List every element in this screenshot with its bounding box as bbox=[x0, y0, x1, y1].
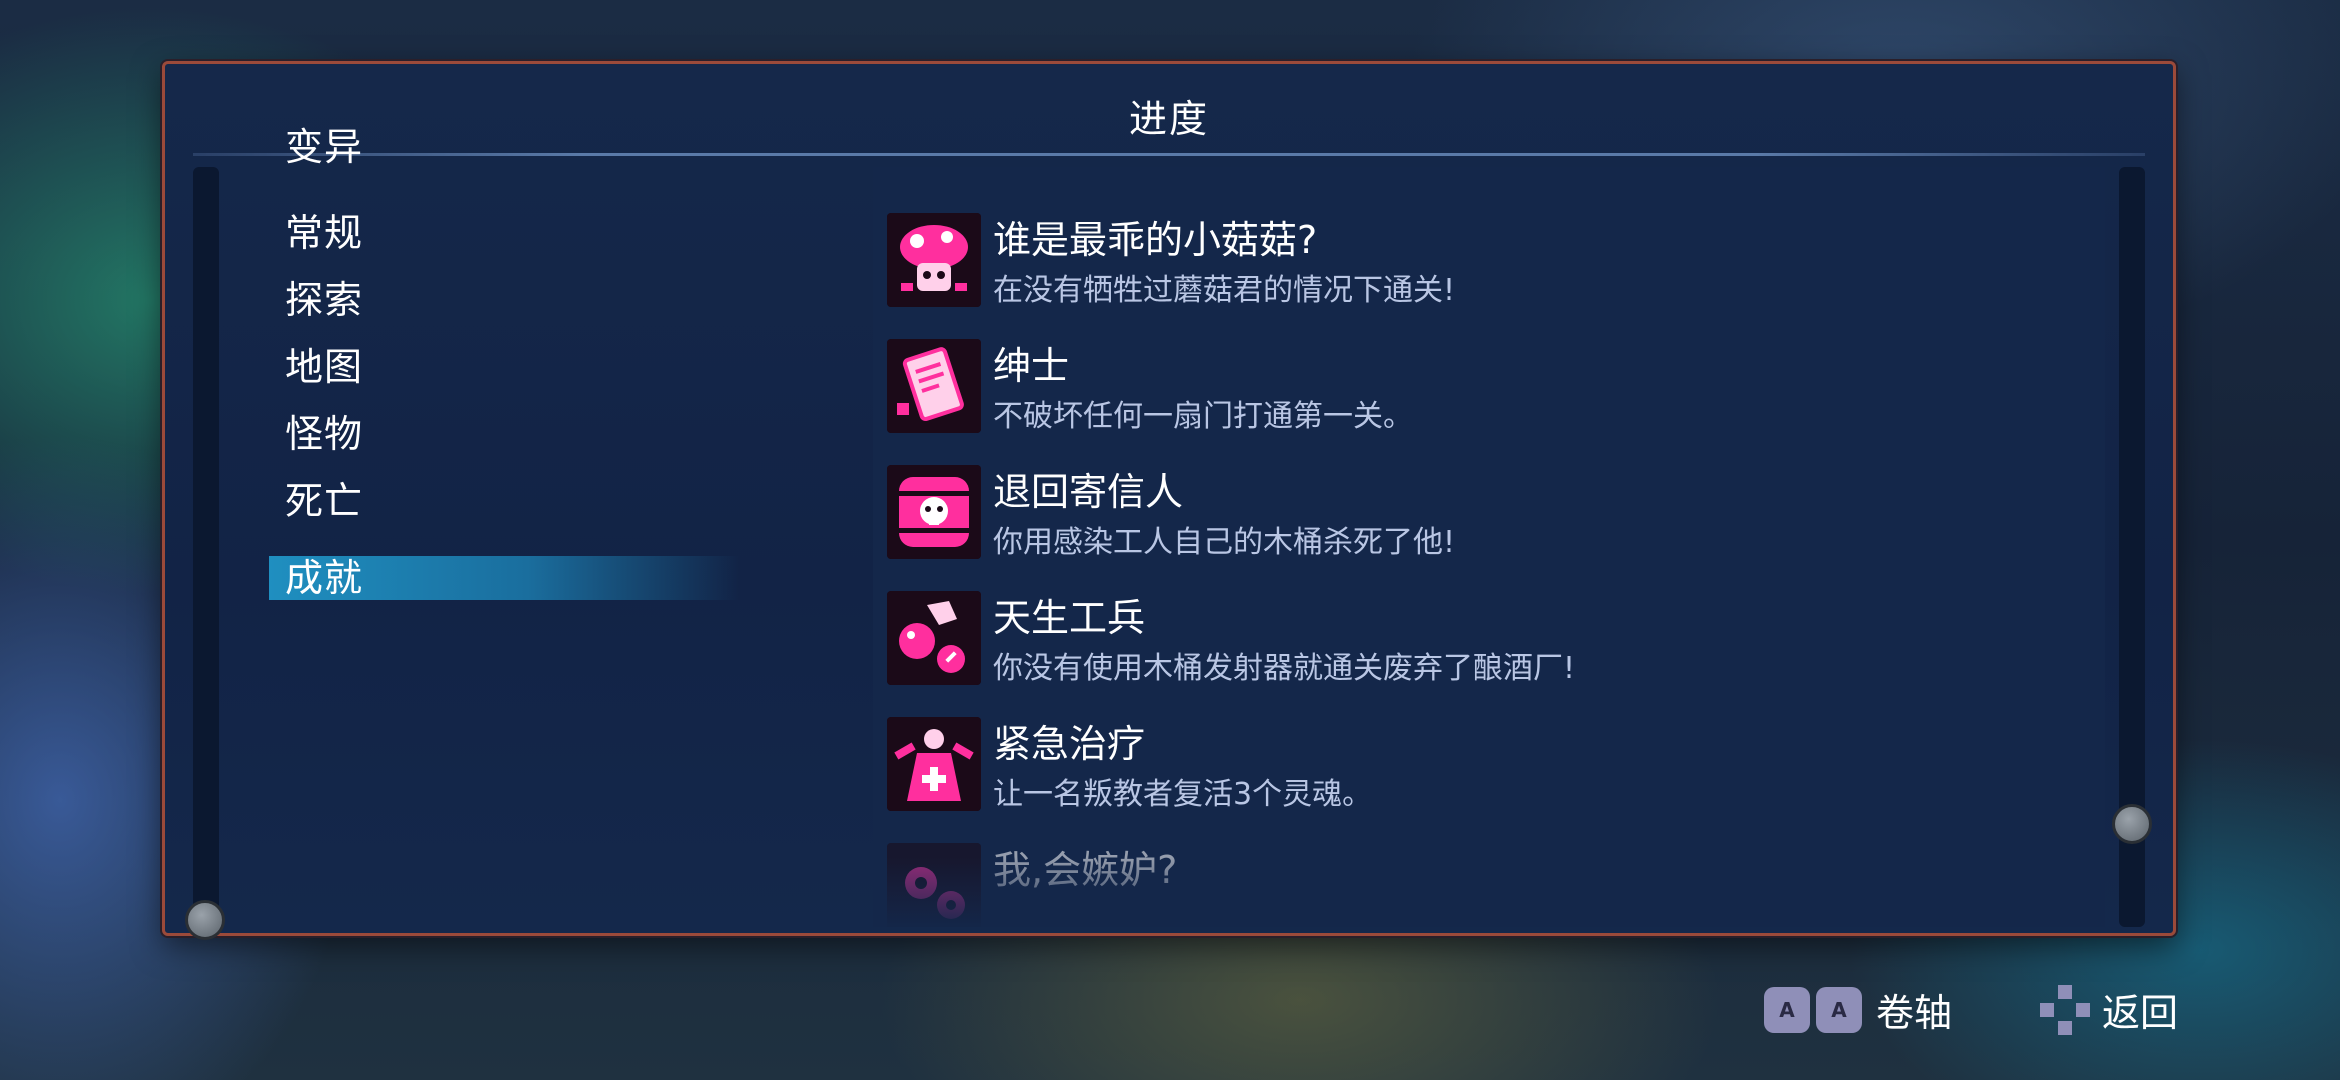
category-label: 探索 bbox=[285, 278, 364, 322]
category-label: 变异 bbox=[285, 125, 364, 169]
left-scrollbar-track[interactable] bbox=[193, 167, 219, 927]
partially-hidden-row bbox=[887, 167, 1693, 189]
category-label: 死亡 bbox=[285, 479, 364, 523]
category-label: 地图 bbox=[285, 345, 364, 389]
achievement-item[interactable]: 天生工兵 你没有使用木桶发射器就通关废弃了酿酒厂! bbox=[887, 587, 2087, 697]
back-prompt[interactable]: 返回 bbox=[2040, 982, 2178, 1037]
barrel-skull-icon bbox=[887, 465, 981, 559]
healer-icon bbox=[887, 717, 981, 811]
achievement-name: 退回寄信人 bbox=[993, 470, 1184, 514]
achievement-item[interactable]: 退回寄信人 你用感染工人自己的木桶杀死了他! bbox=[887, 461, 2087, 571]
category-map[interactable]: 地图 bbox=[285, 336, 363, 391]
achievement-desc: 不破坏任何一扇门打通第一关。 bbox=[993, 399, 1413, 434]
category-general[interactable]: 常规 bbox=[285, 202, 363, 257]
achievement-item[interactable]: 谁是最乖的小菇菇? 在没有牺牲过蘑菇君的情况下通关! bbox=[887, 209, 2087, 319]
scroll-prompt[interactable]: A A 卷轴 bbox=[1764, 982, 1952, 1037]
achievement-list[interactable]: 谁是最乖的小菇菇? 在没有牺牲过蘑菇君的情况下通关! 绅士 不破坏任何一扇门打通… bbox=[873, 167, 2105, 927]
progress-panel: 进度 变异 常规 探索 地图 怪物 死亡 成就 谁是最乖的小菇菇? 在没有牺牲过… bbox=[162, 61, 2176, 940]
scroll-label: 卷轴 bbox=[1876, 991, 1953, 1035]
back-label: 返回 bbox=[2102, 991, 2179, 1035]
category-label: 常规 bbox=[285, 211, 364, 255]
achievement-name: 谁是最乖的小菇菇? bbox=[993, 218, 1318, 262]
mushroom-icon bbox=[887, 213, 981, 307]
category-exploration[interactable]: 探索 bbox=[285, 269, 363, 324]
lt-button-icon: A bbox=[1764, 986, 1810, 1033]
category-label: 怪物 bbox=[285, 412, 364, 456]
explosive-icon bbox=[887, 591, 981, 685]
achievement-desc: 在没有牺牲过蘑菇君的情况下通关! bbox=[993, 273, 1456, 308]
achievement-name: 天生工兵 bbox=[993, 596, 1146, 640]
category-achievements[interactable]: 成就 bbox=[269, 556, 739, 600]
left-scroll-knob[interactable] bbox=[185, 900, 225, 940]
achievement-name: 紧急治疗 bbox=[993, 722, 1146, 766]
achievement-name: 绅士 bbox=[993, 344, 1070, 388]
list-fade bbox=[873, 857, 2105, 927]
title-divider bbox=[193, 153, 2145, 156]
dpad-icon bbox=[2040, 984, 2090, 1035]
category-label: 成就 bbox=[285, 556, 364, 600]
achievement-desc: 让一名叛教者复活3个灵魂。 bbox=[993, 777, 1373, 812]
achievement-desc: 你没有使用木桶发射器就通关废弃了酿酒厂! bbox=[993, 651, 1576, 686]
category-deaths[interactable]: 死亡 bbox=[285, 470, 363, 525]
achievement-desc: 你用感染工人自己的木桶杀死了他! bbox=[993, 525, 1456, 560]
card-icon bbox=[887, 339, 981, 433]
category-mutations[interactable]: 变异 bbox=[285, 116, 363, 171]
category-monsters[interactable]: 怪物 bbox=[285, 403, 363, 458]
rt-button-icon: A bbox=[1816, 986, 1862, 1033]
right-scroll-knob[interactable] bbox=[2112, 804, 2152, 844]
achievement-item[interactable]: 紧急治疗 让一名叛教者复活3个灵魂。 bbox=[887, 713, 2087, 823]
panel-title: 进度 bbox=[1128, 97, 1209, 141]
achievement-item[interactable]: 绅士 不破坏任何一扇门打通第一关。 bbox=[887, 335, 2087, 445]
